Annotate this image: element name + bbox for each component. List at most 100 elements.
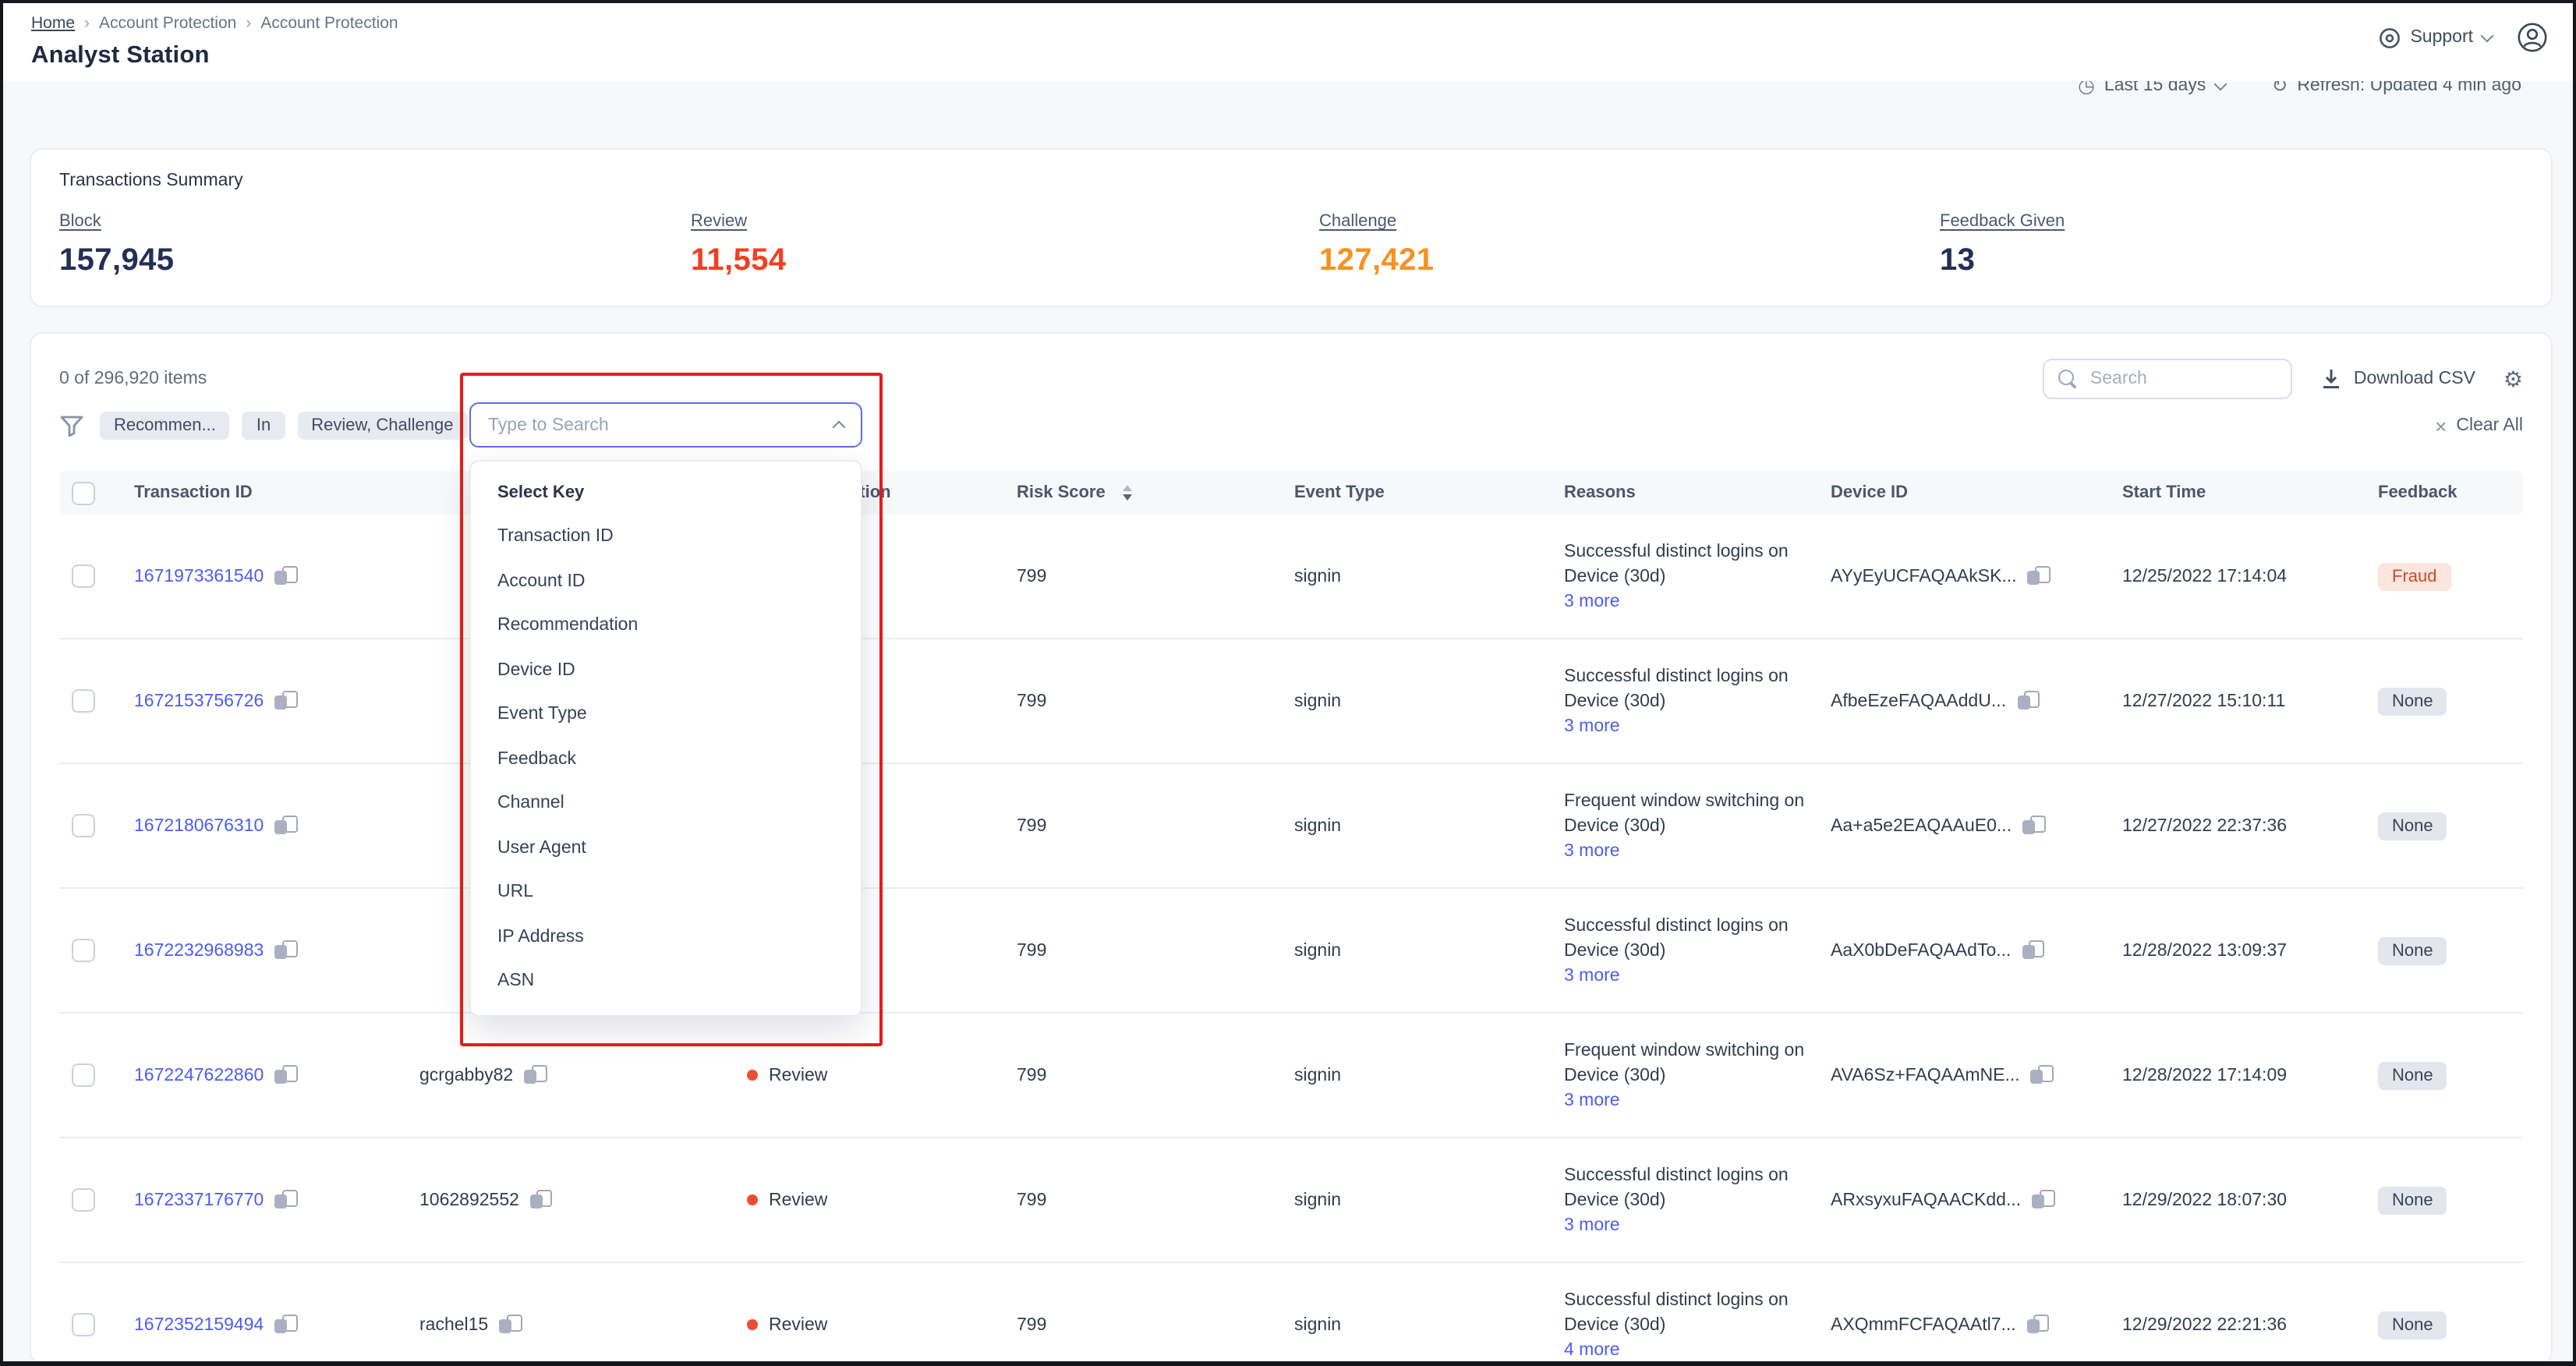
risk-score: 799 [1017,567,1294,586]
dropdown-option[interactable]: Channel [471,781,861,826]
filter-key-select[interactable]: Type to Search [469,402,862,448]
more-reasons-link[interactable]: 3 more [1564,1216,1620,1235]
filter-key-dropdown: Select Key Transaction IDAccount IDRecom… [469,460,862,1017]
column-header-transaction-id[interactable]: Transaction ID [134,483,419,502]
row-checkbox[interactable] [72,1313,95,1336]
copy-icon[interactable] [2028,565,2050,587]
copy-icon[interactable] [2022,815,2044,837]
filter-chip[interactable]: In [242,412,285,440]
copy-icon[interactable] [530,1189,552,1211]
dropdown-option[interactable]: URL [471,870,861,915]
copy-icon[interactable] [2031,1064,2053,1086]
filter-chip[interactable]: Review, Challenge [297,412,467,440]
risk-score: 799 [1017,692,1294,710]
event-type: signin [1294,1191,1564,1209]
download-csv-button[interactable]: Download CSV [2321,368,2475,390]
metric-label-link[interactable]: Block [59,212,101,231]
transaction-id-link[interactable]: 1672247622860 [134,1066,264,1085]
copy-icon[interactable] [274,690,296,712]
device-id: ARxsyxuFAQAACKdd... [1831,1191,2021,1209]
more-reasons-link[interactable]: 3 more [1564,717,1620,736]
transaction-id-link[interactable]: 1672180676310 [134,816,264,835]
copy-icon[interactable] [2027,1314,2049,1336]
start-time: 12/27/2022 15:10:11 [2122,692,2378,710]
breadcrumb-item[interactable]: Home [31,14,75,33]
copy-icon[interactable] [274,1314,296,1336]
copy-icon[interactable] [524,1064,546,1086]
dropdown-option[interactable]: IP Address [471,915,861,959]
dropdown-options: Transaction IDAccount IDRecommendationDe… [471,515,861,1003]
dropdown-option[interactable]: Device ID [471,648,861,692]
user-avatar[interactable] [2517,22,2548,53]
summary-title: Transactions Summary [59,172,2523,190]
dropdown-option[interactable]: Account ID [471,559,861,603]
copy-icon[interactable] [274,565,296,587]
search-field[interactable] [2090,370,2277,388]
transaction-id-link[interactable]: 1672337176770 [134,1191,264,1209]
metric-label-link[interactable]: Feedback Given [1940,212,2065,231]
transaction-id-link[interactable]: 1672352159494 [134,1315,264,1334]
column-header-event-type[interactable]: Event Type [1294,483,1564,502]
breadcrumb-item[interactable]: Account Protection [260,14,398,33]
account-id: 1062892552 [419,1191,519,1209]
dropdown-option[interactable]: Feedback [471,737,861,781]
copy-icon[interactable] [2017,690,2039,712]
reason-text: Frequent window switching on Device (30d… [1564,1040,1809,1088]
more-reasons-link[interactable]: 3 more [1564,1092,1620,1110]
search-input[interactable] [2043,359,2293,399]
more-reasons-link[interactable]: 3 more [1564,967,1620,986]
transaction-id-link[interactable]: 1672232968983 [134,941,264,960]
row-checkbox[interactable] [72,564,95,588]
review-dot-icon [747,1319,758,1330]
dropdown-option[interactable]: ASN [471,959,861,1003]
column-header-label: Risk Score [1017,483,1106,502]
column-header-feedback[interactable]: Feedback [2378,483,2523,502]
copy-icon[interactable] [274,1064,296,1086]
row-checkbox[interactable] [72,939,95,962]
risk-score: 799 [1017,941,1294,960]
clear-all-button[interactable]: × Clear All [2435,416,2523,436]
column-header-start-time[interactable]: Start Time [2122,483,2378,502]
sort-icon[interactable] [1123,485,1132,501]
filter-chip[interactable]: Recommen... [100,412,230,440]
support-menu[interactable]: Support [2377,26,2492,49]
dropdown-option[interactable]: Transaction ID [471,515,861,559]
top-bar: Home›Account Protection›Account Protecti… [3,3,2573,81]
feedback-badge: None [2378,1186,2447,1214]
dropdown-option[interactable]: User Agent [471,826,861,870]
row-checkbox[interactable] [72,1063,95,1087]
more-reasons-link[interactable]: 3 more [1564,842,1620,861]
copy-icon[interactable] [274,940,296,961]
feedback-badge: None [2378,812,2447,840]
row-checkbox[interactable] [72,689,95,713]
copy-icon[interactable] [499,1314,521,1336]
column-header-risk-score[interactable]: Risk Score [1017,483,1294,502]
start-time: 12/29/2022 22:21:36 [2122,1315,2378,1334]
settings-gear-icon[interactable]: ⚙ [2503,368,2523,390]
metric-label-link[interactable]: Challenge [1319,212,1396,231]
recommendation: Review [769,1191,827,1209]
column-header-device-id[interactable]: Device ID [1831,483,2122,502]
transaction-id-link[interactable]: 1672153756726 [134,692,264,710]
reason-text: Successful distinct logins on Device (30… [1564,915,1809,964]
reason-text: Successful distinct logins on Device (30… [1564,666,1809,714]
dropdown-option[interactable]: Recommendation [471,603,861,648]
start-time: 12/25/2022 17:14:04 [2122,567,2378,586]
copy-icon[interactable] [2022,940,2043,961]
row-checkbox[interactable] [72,814,95,837]
copy-icon[interactable] [2032,1189,2054,1211]
row-checkbox[interactable] [72,1188,95,1212]
transaction-id-link[interactable]: 1671973361540 [134,567,264,586]
more-reasons-link[interactable]: 3 more [1564,593,1620,611]
event-type: signin [1294,816,1564,835]
breadcrumb-item[interactable]: Account Protection [99,14,236,33]
select-all-checkbox[interactable] [72,481,95,504]
metric-value: 127,421 [1319,243,1940,279]
metric-label-link[interactable]: Review [691,212,747,231]
copy-icon[interactable] [274,1189,296,1211]
more-reasons-link[interactable]: 4 more [1564,1341,1620,1360]
metric-value: 13 [1940,243,2523,279]
copy-icon[interactable] [274,815,296,837]
dropdown-option[interactable]: Event Type [471,692,861,737]
column-header-reasons[interactable]: Reasons [1564,483,1831,502]
